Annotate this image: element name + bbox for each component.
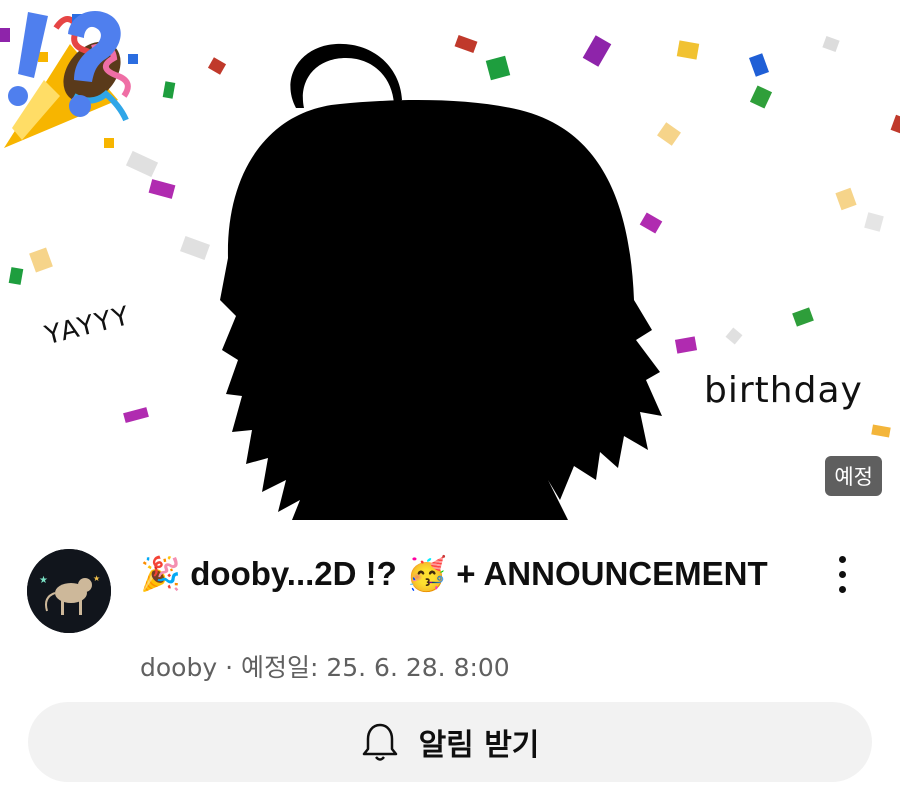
video-thumbnail[interactable]: YAYYY birthday 예정 [0, 0, 900, 520]
party-popper-emoji: 🎉 [140, 554, 182, 593]
channel-name[interactable]: dooby [140, 653, 217, 682]
video-subline: dooby · 예정일: 25. 6. 28. 8:00 [140, 648, 510, 684]
svg-text:★: ★ [93, 574, 100, 583]
svg-text:★: ★ [39, 575, 48, 586]
video-title[interactable]: 🎉 dooby...2D !? 🥳 + ANNOUNCEMENT [140, 552, 780, 595]
thumbnail-art [0, 14, 900, 520]
exclamation-question-icon [8, 11, 121, 117]
doodle-text-birthday: birthday [704, 370, 863, 411]
partying-face-emoji: 🥳 [405, 554, 448, 593]
channel-avatar[interactable]: ★ ★ [27, 549, 111, 633]
scheduled-badge: 예정 [825, 456, 882, 496]
character-silhouette [220, 43, 662, 520]
title-text-end: + ANNOUNCEMENT [456, 555, 768, 592]
notify-label: 알림 받기 [418, 728, 540, 763]
scheduled-date: 예정일: 25. 6. 28. 8:00 [240, 653, 510, 682]
notify-button[interactable]: 알림 받기 [28, 702, 872, 782]
title-text: dooby...2D !? [190, 555, 397, 592]
separator: · [225, 653, 234, 682]
avatar-image: ★ ★ [27, 549, 111, 633]
bell-icon [362, 723, 397, 761]
more-vert-icon[interactable] [830, 556, 854, 600]
